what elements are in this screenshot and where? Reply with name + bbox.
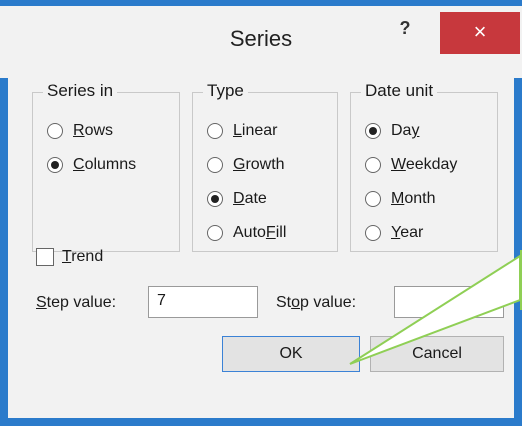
date-unit-title: Date unit: [361, 81, 438, 101]
stop-value-input[interactable]: [394, 286, 504, 318]
radio-date-label: Date: [233, 190, 267, 207]
title-bar: Series ? ×: [0, 0, 522, 78]
close-button[interactable]: ×: [440, 12, 520, 54]
help-button[interactable]: ?: [390, 18, 420, 48]
radio-year-circle[interactable]: [365, 225, 381, 241]
radio-date-circle[interactable]: [207, 191, 223, 207]
radio-linear-label: Linear: [233, 122, 278, 139]
radio-rows-circle[interactable]: [47, 123, 63, 139]
date-unit-group: Date unit Day Weekday Month Year: [350, 81, 498, 252]
trend-checkbox-row[interactable]: Trend: [36, 248, 103, 266]
ok-button[interactable]: OK: [222, 336, 360, 372]
radio-linear-circle[interactable]: [207, 123, 223, 139]
trend-checkbox[interactable]: [36, 248, 54, 266]
type-title: Type: [203, 81, 248, 101]
dialog-body: Series in Rows Columns Type Linear Growt…: [8, 78, 514, 418]
radio-columns-label: Columns: [73, 156, 137, 173]
close-icon: ×: [473, 19, 487, 44]
radio-columns[interactable]: Columns: [47, 153, 136, 177]
series-in-title: Series in: [43, 81, 118, 101]
radio-weekday-circle[interactable]: [365, 157, 381, 173]
radio-weekday-label: Weekday: [391, 156, 458, 173]
radio-weekday[interactable]: Weekday: [365, 153, 457, 177]
radio-autofill[interactable]: AutoFill: [207, 221, 286, 245]
radio-growth-label: Growth: [233, 156, 285, 173]
cancel-button[interactable]: Cancel: [370, 336, 504, 372]
series-dialog: Series ? × Series in Rows Columns Type L…: [0, 0, 522, 426]
step-value-label: Step value:: [36, 294, 117, 311]
radio-linear[interactable]: Linear: [207, 119, 277, 143]
series-in-group: Series in Rows Columns: [32, 81, 180, 252]
radio-month-label: Month: [391, 190, 436, 207]
radio-day-circle[interactable]: [365, 123, 381, 139]
radio-autofill-label: AutoFill: [233, 224, 287, 241]
radio-day[interactable]: Day: [365, 119, 419, 143]
type-group: Type Linear Growth Date AutoFill: [192, 81, 338, 252]
radio-growth[interactable]: Growth: [207, 153, 285, 177]
radio-date[interactable]: Date: [207, 187, 267, 211]
radio-year-label: Year: [391, 224, 424, 241]
radio-rows-label: Rows: [73, 122, 114, 139]
radio-year[interactable]: Year: [365, 221, 423, 245]
stop-value-label: Stop value:: [276, 294, 357, 311]
radio-day-label: Day: [391, 122, 420, 139]
radio-growth-circle[interactable]: [207, 157, 223, 173]
radio-month[interactable]: Month: [365, 187, 435, 211]
trend-label: Trend: [62, 248, 104, 265]
radio-month-circle[interactable]: [365, 191, 381, 207]
radio-autofill-circle[interactable]: [207, 225, 223, 241]
radio-columns-circle[interactable]: [47, 157, 63, 173]
radio-rows[interactable]: Rows: [47, 119, 113, 143]
step-value-input[interactable]: 7: [148, 286, 258, 318]
